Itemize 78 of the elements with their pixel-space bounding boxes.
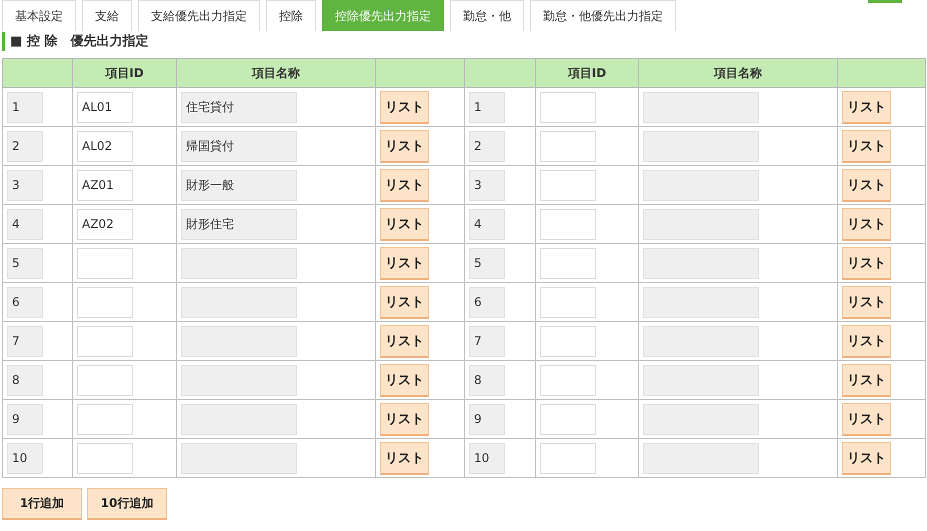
list-button[interactable]: リスト	[380, 402, 429, 436]
section-title: ■ 控 除 優先出力指定	[2, 32, 925, 51]
list-button[interactable]: リスト	[842, 246, 891, 280]
item-id-field[interactable]	[77, 248, 133, 278]
item-id-field[interactable]: AL02	[77, 130, 133, 162]
item-id-field[interactable]	[77, 364, 133, 396]
item-id-field[interactable]	[77, 326, 133, 356]
item-id-field[interactable]	[540, 248, 596, 278]
row-number: 6	[7, 286, 43, 318]
row-number: 1	[469, 92, 505, 122]
row-number: 1	[7, 92, 43, 122]
row-number: 9	[7, 404, 43, 434]
list-button[interactable]: リスト	[842, 286, 891, 318]
column-header: 項目ID	[536, 58, 638, 88]
item-id-field[interactable]	[540, 442, 596, 474]
item-id-field[interactable]	[540, 364, 596, 396]
row-number: 3	[469, 170, 505, 200]
row-number: 3	[7, 170, 43, 200]
tab[interactable]: 控除	[266, 0, 316, 31]
column-header: 項目ID	[72, 58, 176, 88]
item-id-field[interactable]: AL01	[77, 92, 133, 122]
row-number: 7	[7, 326, 43, 356]
tab[interactable]: 支給	[82, 0, 132, 31]
item-name-field: 財形一般	[181, 170, 297, 200]
row-number: 2	[469, 130, 505, 162]
row-number: 6	[469, 286, 505, 318]
list-button[interactable]: リスト	[380, 324, 429, 358]
list-button[interactable]: リスト	[842, 402, 891, 436]
item-id-field[interactable]	[540, 130, 596, 162]
row-number: 9	[469, 404, 505, 434]
item-name-field: 帰国貸付	[181, 130, 297, 162]
list-button[interactable]: リスト	[380, 130, 429, 162]
item-id-field[interactable]: AZ01	[77, 170, 133, 200]
list-button[interactable]: リスト	[842, 442, 891, 474]
row-number: 5	[469, 248, 505, 278]
row-number: 5	[7, 248, 43, 278]
item-id-field[interactable]	[540, 286, 596, 318]
list-button[interactable]: リスト	[380, 286, 429, 318]
row-number: 8	[7, 364, 43, 396]
row-number: 10	[469, 442, 505, 474]
row-number: 8	[469, 364, 505, 396]
item-id-field[interactable]	[540, 170, 596, 200]
tab-edge	[868, 0, 902, 3]
list-button[interactable]: リスト	[842, 90, 891, 124]
item-id-field[interactable]: AZ02	[77, 208, 133, 240]
list-button[interactable]: リスト	[842, 324, 891, 358]
item-id-field[interactable]	[540, 208, 596, 240]
add-rows-button[interactable]: 1行追加	[2, 488, 82, 520]
column-header: 項目名称	[638, 58, 838, 88]
list-button[interactable]: リスト	[842, 364, 891, 396]
item-id-field[interactable]	[540, 92, 596, 122]
row-number: 4	[7, 208, 43, 240]
column-header: 項目名称	[176, 58, 376, 88]
add-rows-button[interactable]: 10行追加	[87, 488, 167, 520]
list-button[interactable]: リスト	[842, 208, 891, 240]
item-name-field: 財形住宅	[181, 208, 297, 240]
tab[interactable]: 支給優先出力指定	[138, 0, 260, 31]
row-number: 10	[7, 442, 43, 474]
tab[interactable]: 勤怠・他優先出力指定	[530, 0, 676, 31]
list-button[interactable]: リスト	[380, 208, 429, 240]
list-button[interactable]: リスト	[380, 168, 429, 202]
item-id-field[interactable]	[540, 404, 596, 434]
row-number: 7	[469, 326, 505, 356]
item-id-field[interactable]	[77, 404, 133, 434]
tab[interactable]: 基本設定	[2, 0, 76, 31]
list-button[interactable]: リスト	[380, 364, 429, 396]
list-button[interactable]: リスト	[842, 130, 891, 162]
row-number: 4	[469, 208, 505, 240]
row-number: 2	[7, 130, 43, 162]
tab[interactable]: 勤怠・他	[450, 0, 524, 31]
item-id-field[interactable]	[77, 442, 133, 474]
item-name-field: 住宅貸付	[181, 92, 297, 122]
list-button[interactable]: リスト	[380, 90, 429, 124]
item-id-field[interactable]	[540, 326, 596, 356]
list-button[interactable]: リスト	[380, 442, 429, 474]
list-button[interactable]: リスト	[842, 168, 891, 202]
list-button[interactable]: リスト	[380, 246, 429, 280]
item-id-field[interactable]	[77, 286, 133, 318]
